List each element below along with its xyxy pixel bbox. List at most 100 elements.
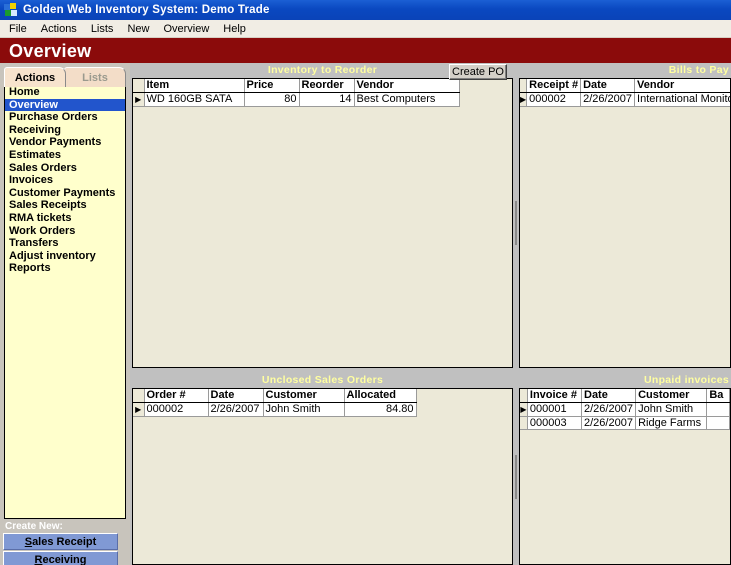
column-header-balance[interactable]: Ba [706, 389, 730, 403]
row-marker-header [520, 79, 528, 93]
table-row[interactable]: ▶ 000001 2/26/2007 John Smith [520, 402, 730, 417]
column-header-customer[interactable]: Customer [635, 389, 708, 403]
sidebar-item-sales-receipts[interactable]: Sales Receipts [5, 199, 125, 212]
row-marker-header [520, 389, 528, 403]
table-row[interactable]: ▶ 000002 2/26/2007 John Smith 84.80 [133, 402, 417, 417]
cell-allocated[interactable]: 84.80 [344, 402, 417, 417]
cell-vendor[interactable]: Best Computers [354, 92, 460, 107]
menu-item-overview[interactable]: Overview [156, 21, 216, 37]
cell-invoice-number[interactable]: 000003 [527, 416, 583, 430]
column-header-vendor[interactable]: Vendor [634, 79, 730, 93]
create-receiving-button[interactable]: Receiving [3, 551, 118, 565]
cell-vendor[interactable]: International Monitors [634, 92, 730, 107]
cell-date[interactable]: 2/26/2007 [581, 402, 637, 417]
menu-item-help[interactable]: Help [216, 21, 253, 37]
window-title: Golden Web Inventory System: Demo Trade [23, 4, 270, 16]
cell-receipt-number[interactable]: 000002 [526, 92, 582, 107]
sidebar-item-receiving[interactable]: Receiving [5, 124, 125, 137]
cell-invoice-number[interactable]: 000001 [527, 402, 583, 417]
sidebar-item-invoices[interactable]: Invoices [5, 174, 125, 187]
cell-customer[interactable]: John Smith [263, 402, 345, 417]
sidebar-item-purchase-orders[interactable]: Purchase Orders [5, 111, 125, 124]
panel-unclosed-sales-orders: Unclosed Sales Orders Order # Date Custo… [132, 373, 513, 565]
grid-unclosed-sales-orders[interactable]: Order # Date Customer Allocated ▶ 000002… [133, 389, 512, 417]
cell-reorder[interactable]: 14 [299, 92, 355, 107]
table-header-row: Invoice # Date Customer Ba [520, 389, 730, 403]
panel-unclosed-sales-orders-body: Order # Date Customer Allocated ▶ 000002… [132, 388, 513, 565]
tab-lists[interactable]: Lists [64, 67, 126, 87]
app-icon [4, 3, 18, 17]
tab-actions[interactable]: Actions [4, 67, 66, 87]
menu-item-file[interactable]: File [2, 21, 34, 37]
cell-order-number[interactable]: 000002 [144, 402, 209, 417]
column-header-customer[interactable]: Customer [263, 389, 345, 403]
sidebar-item-work-orders[interactable]: Work Orders [5, 225, 125, 238]
panel-unpaid-invoices: Unpaid invoices Invoice # Date Customer … [519, 373, 731, 565]
page-title: Overview [9, 40, 92, 61]
cell-item[interactable]: WD 160GB SATA [144, 92, 245, 107]
sidebar-item-home[interactable]: Home [5, 86, 125, 99]
overview-content: Inventory to Reorder Item Price Reorder … [130, 63, 731, 565]
sidebar-item-customer-payments[interactable]: Customer Payments [5, 187, 125, 200]
menu-item-lists[interactable]: Lists [84, 21, 121, 37]
grid-inventory-to-reorder[interactable]: Item Price Reorder Vendor ▶ WD 160GB SAT… [133, 79, 512, 107]
cell-date[interactable]: 2/26/2007 [208, 402, 264, 417]
column-header-date[interactable]: Date [580, 79, 636, 93]
cell-customer[interactable]: Ridge Farms [635, 416, 708, 430]
sidebar-nav-list: Home Overview Purchase Orders Receiving … [4, 85, 126, 519]
page-banner: Overview [0, 38, 731, 63]
table-row[interactable]: ▶ 000002 2/26/2007 International Monitor… [520, 92, 730, 107]
tab-actions-label: Actions [14, 71, 56, 84]
grid-bills-to-pay[interactable]: Receipt # Date Vendor Ba ▶ 000002 2/26/2… [520, 79, 730, 107]
create-sales-receipt-label: Sales Receipt [24, 535, 97, 548]
sidebar-item-sales-orders[interactable]: Sales Orders [5, 162, 125, 175]
row-marker-header [133, 79, 145, 93]
table-header-row: Receipt # Date Vendor Ba [520, 79, 730, 93]
cell-price[interactable]: 80 [244, 92, 300, 107]
create-new-label: Create New: [5, 521, 63, 532]
cell-date[interactable]: 2/26/2007 [580, 92, 636, 107]
sidebar-item-reports[interactable]: Reports [5, 262, 125, 275]
row-marker-header [133, 389, 145, 403]
cell-customer[interactable]: John Smith [635, 402, 708, 417]
column-header-date[interactable]: Date [208, 389, 264, 403]
panel-bills-to-pay: Bills to Pay Receipt # Date Vendor Ba [519, 63, 731, 368]
column-header-vendor[interactable]: Vendor [354, 79, 460, 93]
sidebar-item-vendor-payments[interactable]: Vendor Payments [5, 136, 125, 149]
column-header-allocated[interactable]: Allocated [344, 389, 417, 403]
menu-item-new[interactable]: New [120, 21, 156, 37]
panel-unpaid-invoices-caption: Unpaid invoices [643, 374, 729, 386]
cell-balance[interactable] [706, 402, 730, 417]
sidebar-item-estimates[interactable]: Estimates [5, 149, 125, 162]
tab-lists-label: Lists [82, 71, 108, 84]
create-po-button[interactable]: Create PO [449, 64, 507, 80]
sidebar-item-adjust-inventory[interactable]: Adjust inventory [5, 250, 125, 263]
grid-unpaid-invoices[interactable]: Invoice # Date Customer Ba ▶ 000001 2/26… [520, 389, 730, 430]
table-header-row: Item Price Reorder Vendor [133, 79, 460, 93]
sidebar-item-overview[interactable]: Overview [5, 98, 125, 112]
column-header-receipt-number[interactable]: Receipt # [526, 79, 582, 93]
row-marker-icon: ▶ [133, 92, 145, 107]
sidebar-item-transfers[interactable]: Transfers [5, 237, 125, 250]
column-header-invoice-number[interactable]: Invoice # [527, 389, 583, 403]
create-new-button-group: Sales Receipt Receiving Purchase Order S… [3, 533, 121, 565]
title-bar: Golden Web Inventory System: Demo Trade [0, 0, 731, 20]
column-header-order-number[interactable]: Order # [144, 389, 209, 403]
panel-inventory-to-reorder-body: Item Price Reorder Vendor ▶ WD 160GB SAT… [132, 78, 513, 368]
sidebar-item-rma-tickets[interactable]: RMA tickets [5, 212, 125, 225]
table-header-row: Order # Date Customer Allocated [133, 389, 417, 403]
cell-balance[interactable] [706, 416, 730, 430]
column-header-date[interactable]: Date [581, 389, 637, 403]
column-header-reorder[interactable]: Reorder [299, 79, 355, 93]
column-header-item[interactable]: Item [144, 79, 245, 93]
panel-unpaid-invoices-body: Invoice # Date Customer Ba ▶ 000001 2/26… [519, 388, 731, 565]
row-marker-icon [520, 416, 528, 430]
application-window: Golden Web Inventory System: Demo Trade … [0, 0, 731, 565]
menu-item-actions[interactable]: Actions [34, 21, 84, 37]
table-row[interactable]: 000003 2/26/2007 Ridge Farms [520, 416, 730, 430]
table-row[interactable]: ▶ WD 160GB SATA 80 14 Best Computers [133, 92, 460, 107]
cell-date[interactable]: 2/26/2007 [581, 416, 637, 430]
create-sales-receipt-button[interactable]: Sales Receipt [3, 533, 118, 550]
row-marker-icon: ▶ [520, 92, 528, 107]
column-header-price[interactable]: Price [244, 79, 300, 93]
